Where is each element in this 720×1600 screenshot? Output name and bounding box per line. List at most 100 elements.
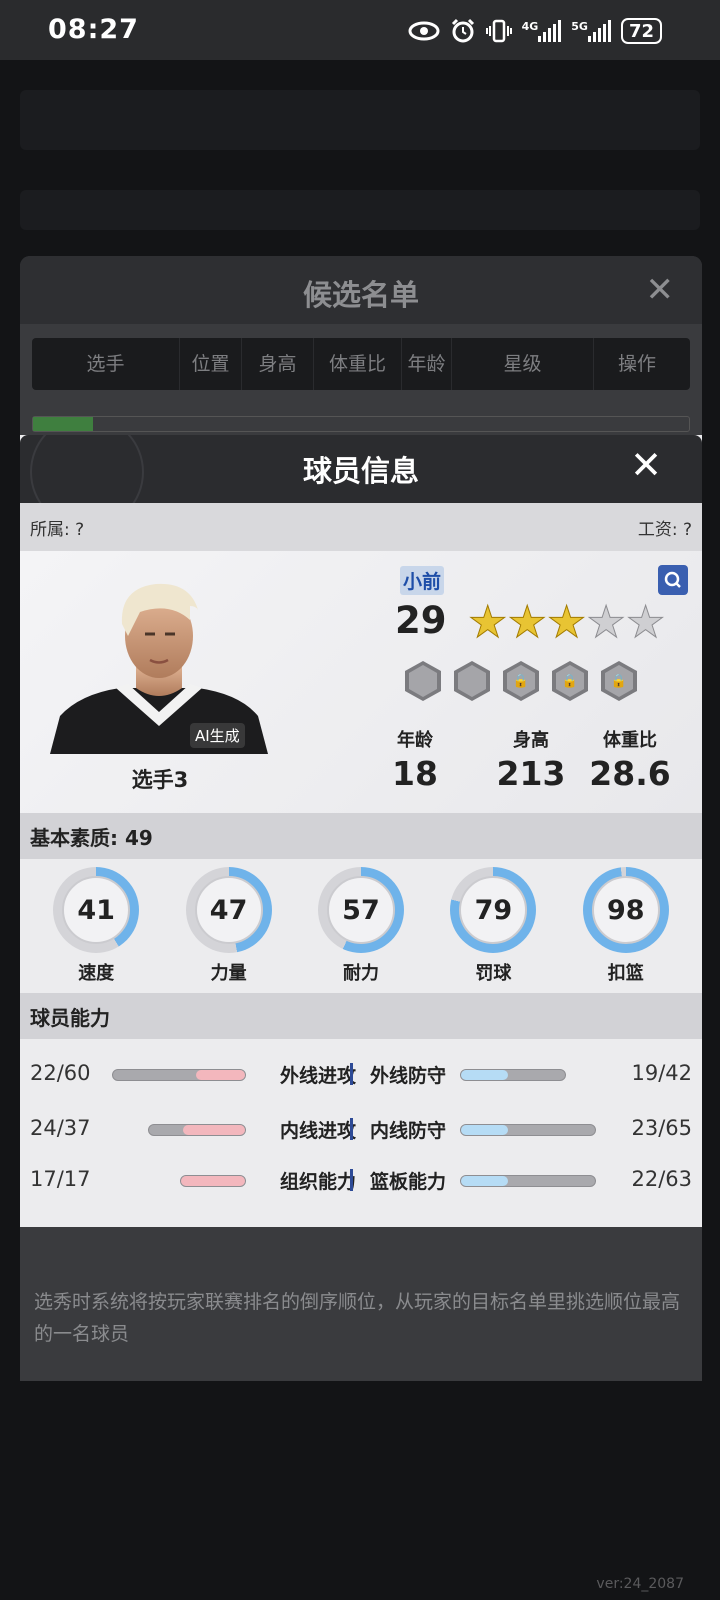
attribute-ring: 79: [450, 867, 537, 953]
ability-bar: [460, 1069, 566, 1081]
bio-value: 28.6: [589, 754, 671, 793]
ability-value: 24/37: [30, 1116, 91, 1140]
status-time: 08:27: [48, 14, 139, 45]
ability-name: 外线进攻: [279, 1065, 356, 1087]
player-summary: AI生成 选手3 小前 29 ★ ★ ★ ★ ★ 🔒 🔒 🔒 年龄 18 身高 …: [20, 551, 702, 813]
player-info-modal: 球员信息 ✕ 所属: ? 工资: ? AI生成 选手3 小前 29 ★ ★ ★ …: [20, 435, 702, 1227]
alarm-icon: [450, 18, 476, 44]
status-bar: 08:27 4G 5G 72: [0, 0, 720, 60]
ability-name: 内线进攻: [279, 1120, 356, 1142]
battery-level: 72: [628, 20, 654, 42]
attribute-ring: 57: [317, 867, 404, 953]
abilities-list: 22/60 外线进攻 外线防守 19/42 24/37 内线进攻 内线防守 23…: [20, 1039, 702, 1217]
column-header: 位置: [180, 338, 242, 390]
player-search-button[interactable]: [658, 565, 688, 595]
bio-weight-ratio: 体重比 28.6: [580, 726, 680, 793]
ability-value: 23/65: [631, 1116, 692, 1140]
attribute-label: 耐力: [342, 963, 379, 984]
ability-name: 篮板能力: [370, 1171, 447, 1193]
skill-slot-empty-icon: [454, 661, 490, 701]
candidate-list-close-button[interactable]: ✕: [646, 270, 675, 310]
star-icon: ★: [625, 597, 666, 648]
bg-toolbar: [20, 190, 700, 230]
attribute-speed: 41 速度: [48, 867, 144, 985]
search-icon: [664, 571, 681, 588]
bio-label: 身高: [513, 730, 549, 751]
skill-slot-locked-icon: 🔒: [503, 661, 539, 701]
ability-divider: [350, 1169, 353, 1191]
ability-divider: [350, 1063, 353, 1085]
close-icon: ✕: [645, 270, 675, 310]
attribute-ring: 98: [582, 867, 669, 953]
net-5g-label: 5G: [571, 20, 588, 33]
salary-text: 工资: ?: [637, 519, 692, 540]
attribute-rings: 41 速度 47 力量 57 耐力 79 罚球 98 扣篮: [20, 859, 702, 993]
player-info-header: 球员信息 ✕: [20, 435, 702, 503]
ability-name: 组织能力: [279, 1171, 356, 1193]
eye-icon: [408, 20, 440, 42]
column-header: 身高: [242, 338, 314, 390]
ability-value: 22/60: [30, 1061, 91, 1085]
position-badge: 小前: [400, 566, 445, 595]
star-icon: ★: [586, 597, 626, 648]
bio-value: 213: [496, 754, 566, 793]
candidate-table-header: 选手 位置 身高 体重比 年龄 星级 操作: [32, 338, 690, 390]
attribute-stamina: 57 耐力: [313, 867, 409, 985]
player-info-close-button[interactable]: ✕: [630, 443, 662, 487]
skill-slots: 🔒 🔒 🔒: [405, 661, 637, 701]
attribute-value: 98: [591, 876, 660, 944]
attribute-strength: 47 力量: [181, 867, 277, 985]
signal-4g-icon: 4G: [522, 20, 562, 42]
attribute-value: 47: [194, 876, 263, 944]
attribute-label: 力量: [210, 963, 247, 984]
player-rating: 29: [395, 599, 447, 642]
ability-name: 外线防守: [370, 1065, 447, 1087]
column-header: 操作: [617, 353, 656, 375]
skill-slot-empty-icon: [405, 661, 441, 701]
affiliation-text: 所属: ?: [30, 519, 85, 540]
candidate-list-progress: [32, 416, 690, 432]
column-header: 选手: [32, 338, 180, 390]
candidate-list-header: 候选名单 ✕: [20, 256, 702, 324]
ability-bar: [112, 1069, 246, 1081]
star-icon: ★: [467, 597, 508, 648]
ability-bar: [148, 1124, 246, 1136]
ability-row: 24/37 内线进攻 内线防守 23/65: [20, 1116, 702, 1146]
ability-row: 17/17 组织能力 篮板能力 22/63: [20, 1167, 702, 1197]
attribute-free-throw: 79 罚球: [445, 867, 541, 985]
battery-icon: 72: [620, 18, 662, 44]
star-rating: ★ ★ ★ ★ ★: [467, 597, 666, 648]
bio-label: 体重比: [603, 730, 657, 751]
column-header: 年龄: [402, 338, 452, 390]
abilities-heading: 球员能力: [20, 993, 702, 1039]
ability-value: 17/17: [30, 1167, 91, 1191]
ability-bar: [460, 1124, 596, 1136]
player-info-title: 球员信息: [302, 454, 419, 488]
bio-label: 年龄: [397, 730, 433, 751]
column-header: 体重比: [314, 338, 402, 390]
draft-rule-note: 选秀时系统将按玩家联赛排名的倒序顺位，从玩家的目标名单里挑选顺位最高的一名球员: [34, 1291, 681, 1345]
attribute-label: 速度: [78, 963, 115, 984]
ability-name: 内线防守: [370, 1120, 447, 1142]
basic-quality-heading: 基本素质: 49: [20, 813, 702, 859]
attribute-label: 扣篮: [607, 963, 644, 984]
attribute-value: 57: [326, 876, 395, 944]
net-4g-label: 4G: [521, 20, 539, 33]
attribute-label: 罚球: [475, 963, 512, 984]
star-icon: ★: [507, 597, 547, 648]
player-meta-row: 所属: ? 工资: ?: [20, 503, 702, 551]
attribute-dunk: 98 扣篮: [578, 867, 674, 985]
bio-height: 身高 213: [486, 726, 576, 793]
skill-slot-locked-icon: 🔒: [601, 661, 637, 701]
player-name: 选手3: [131, 768, 189, 792]
ability-value: 22/63: [631, 1167, 692, 1191]
version-label: ver:24_2087: [596, 1576, 684, 1592]
ability-bar: [460, 1175, 596, 1187]
bio-value: 18: [392, 754, 438, 793]
close-icon: ✕: [630, 443, 662, 487]
signal-5g-icon: 5G: [571, 20, 611, 42]
ai-generated-tag: AI生成: [190, 723, 245, 748]
attribute-value: 41: [62, 876, 131, 944]
ability-row: 22/60 外线进攻 外线防守 19/42: [20, 1061, 702, 1091]
bio-age: 年龄 18: [375, 726, 455, 793]
